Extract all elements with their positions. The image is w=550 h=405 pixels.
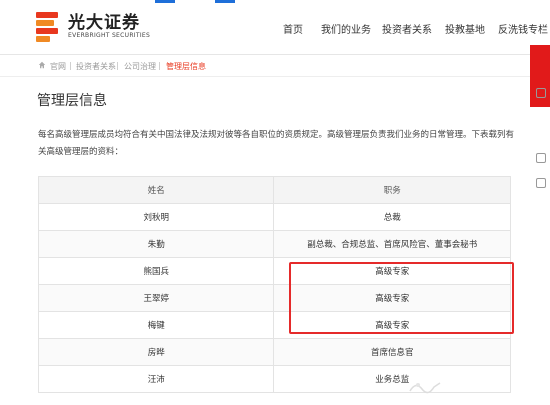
cell-position: 副总裁、合规总监、首席风险官、董事会秘书 — [273, 230, 511, 258]
cell-position: 高级专家 — [273, 311, 511, 339]
side-top-icon[interactable] — [536, 178, 546, 188]
cell-position: 高级专家 — [273, 284, 511, 312]
table-row: 刘秋明 总裁 — [37, 203, 511, 231]
cell-position: 高级专家 — [273, 257, 511, 285]
table-row: 王翠婷 高级专家 — [37, 284, 511, 312]
cell-name: 刘秋明 — [37, 203, 275, 231]
brand-logo[interactable]: 光大证券 EVERBRIGHT SECURITIES — [36, 12, 150, 42]
cell-name: 梅键 — [37, 311, 275, 339]
nav-investor-relations[interactable]: 投资者关系 — [382, 21, 432, 36]
brand-name-en: EVERBRIGHT SECURITIES — [68, 32, 151, 39]
header-name: 姓名 — [37, 176, 275, 204]
cell-name: 熊国兵 — [37, 257, 275, 285]
table-row: 房晔 首席信息官 — [37, 338, 511, 366]
nav-business[interactable]: 我们的业务 — [321, 21, 371, 36]
table-header-row: 姓名 职务 — [37, 176, 511, 204]
cell-name: 王翠婷 — [37, 284, 275, 312]
brand-name-cn: 光大证券 — [68, 13, 140, 33]
breadcrumb-separator: | — [158, 61, 161, 70]
page-title: 管理层信息 — [37, 93, 107, 109]
table-row: 朱勤 副总裁、合规总监、首席风险官、董事会秘书 — [37, 230, 511, 258]
logo-mark-icon — [36, 12, 62, 42]
watermark-logo-icon — [409, 382, 441, 394]
side-contact-icon[interactable] — [536, 153, 546, 163]
intro-text: 每名高级管理层成员均符合有关中国法律及法规对彼等各自职位的资质规定。高级管理层负… — [38, 130, 515, 157]
cell-position: 业务总监 — [273, 365, 511, 393]
breadcrumb-governance[interactable]: 公司治理 — [124, 61, 156, 72]
side-share-icon[interactable] — [536, 88, 546, 98]
top-accent-bar — [215, 0, 235, 3]
breadcrumb: 官网 | 投资者关系 | 公司治理 | 管理层信息 — [0, 55, 530, 77]
breadcrumb-current: 管理层信息 — [166, 62, 206, 71]
breadcrumb-home[interactable]: 官网 — [50, 61, 66, 72]
management-table: 姓名 职务 刘秋明 总裁 朱勤 副总裁、合规总监、首席风险官、董事会秘书 熊国兵… — [37, 176, 511, 393]
breadcrumb-separator: | — [69, 61, 72, 70]
header-position: 职务 — [273, 176, 511, 204]
home-icon[interactable] — [38, 61, 46, 69]
cell-name: 汪沛 — [37, 365, 275, 393]
nav-investor-education[interactable]: 投教基地 — [445, 21, 485, 36]
cell-name: 房晔 — [37, 338, 275, 366]
cell-name: 朱勤 — [37, 230, 275, 258]
breadcrumb-investor-relations[interactable]: 投资者关系 — [76, 61, 116, 72]
top-header: 光大证券 EVERBRIGHT SECURITIES 首页 我们的业务 投资者关… — [0, 0, 550, 55]
top-accent-bar — [155, 0, 175, 3]
table-row: 梅键 高级专家 — [37, 311, 511, 339]
breadcrumb-separator: | — [116, 61, 119, 70]
nav-home[interactable]: 首页 — [283, 21, 303, 36]
logo-text: 光大证券 EVERBRIGHT SECURITIES — [68, 14, 150, 40]
cell-position: 首席信息官 — [273, 338, 511, 366]
table-row: 熊国兵 高级专家 — [37, 257, 511, 285]
nav-anti-money-laundering[interactable]: 反洗钱专栏 — [498, 21, 548, 36]
cell-position: 总裁 — [273, 203, 511, 231]
